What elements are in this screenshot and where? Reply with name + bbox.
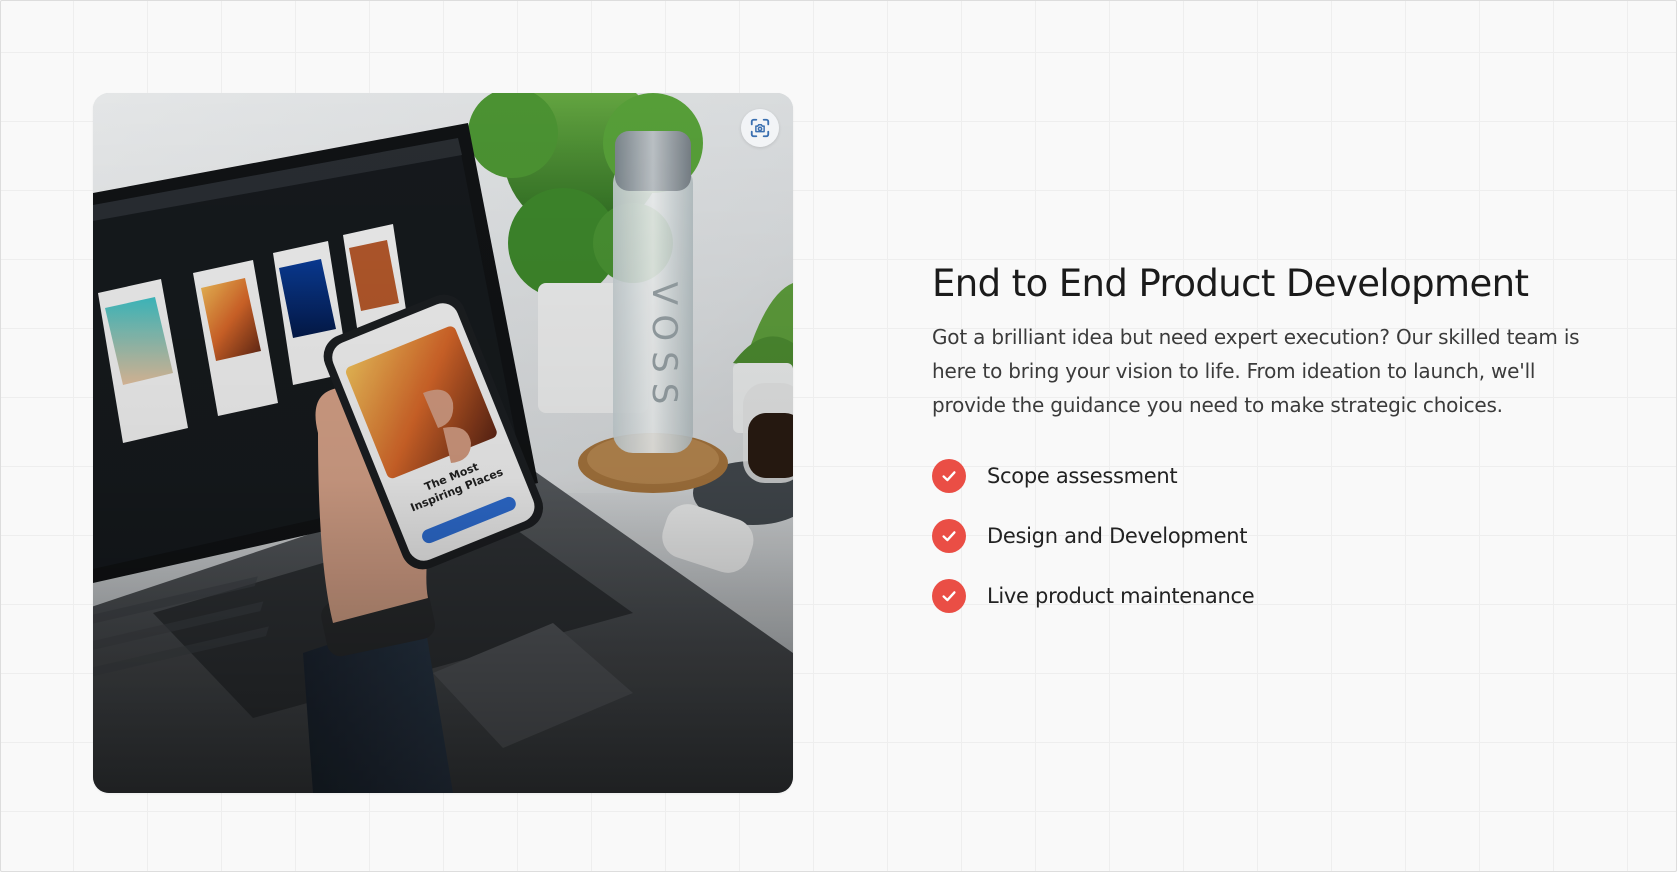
checkmark-icon <box>932 519 966 554</box>
focus-scan-icon <box>750 118 770 138</box>
feature-item-scope: Scope assessment <box>932 458 1592 494</box>
feature-item-maintenance: Live product maintenance <box>932 578 1592 614</box>
feature-list: Scope assessment Design and Development … <box>932 458 1592 614</box>
feature-label: Scope assessment <box>987 464 1178 489</box>
content-section: End to End Product Development Got a bri… <box>932 262 1592 638</box>
checkmark-icon <box>932 459 966 494</box>
feature-label: Design and Development <box>987 524 1248 549</box>
feature-item-design: Design and Development <box>932 518 1592 554</box>
section-title: End to End Product Development <box>932 262 1529 305</box>
focus-button[interactable] <box>741 109 779 147</box>
checkmark-icon <box>932 579 966 614</box>
section-description: Got a brilliant idea but need expert exe… <box>932 325 1580 418</box>
feature-label: Live product maintenance <box>987 584 1255 609</box>
hero-photo: VOSS <box>93 93 793 793</box>
hero-image: VOSS <box>93 93 793 793</box>
